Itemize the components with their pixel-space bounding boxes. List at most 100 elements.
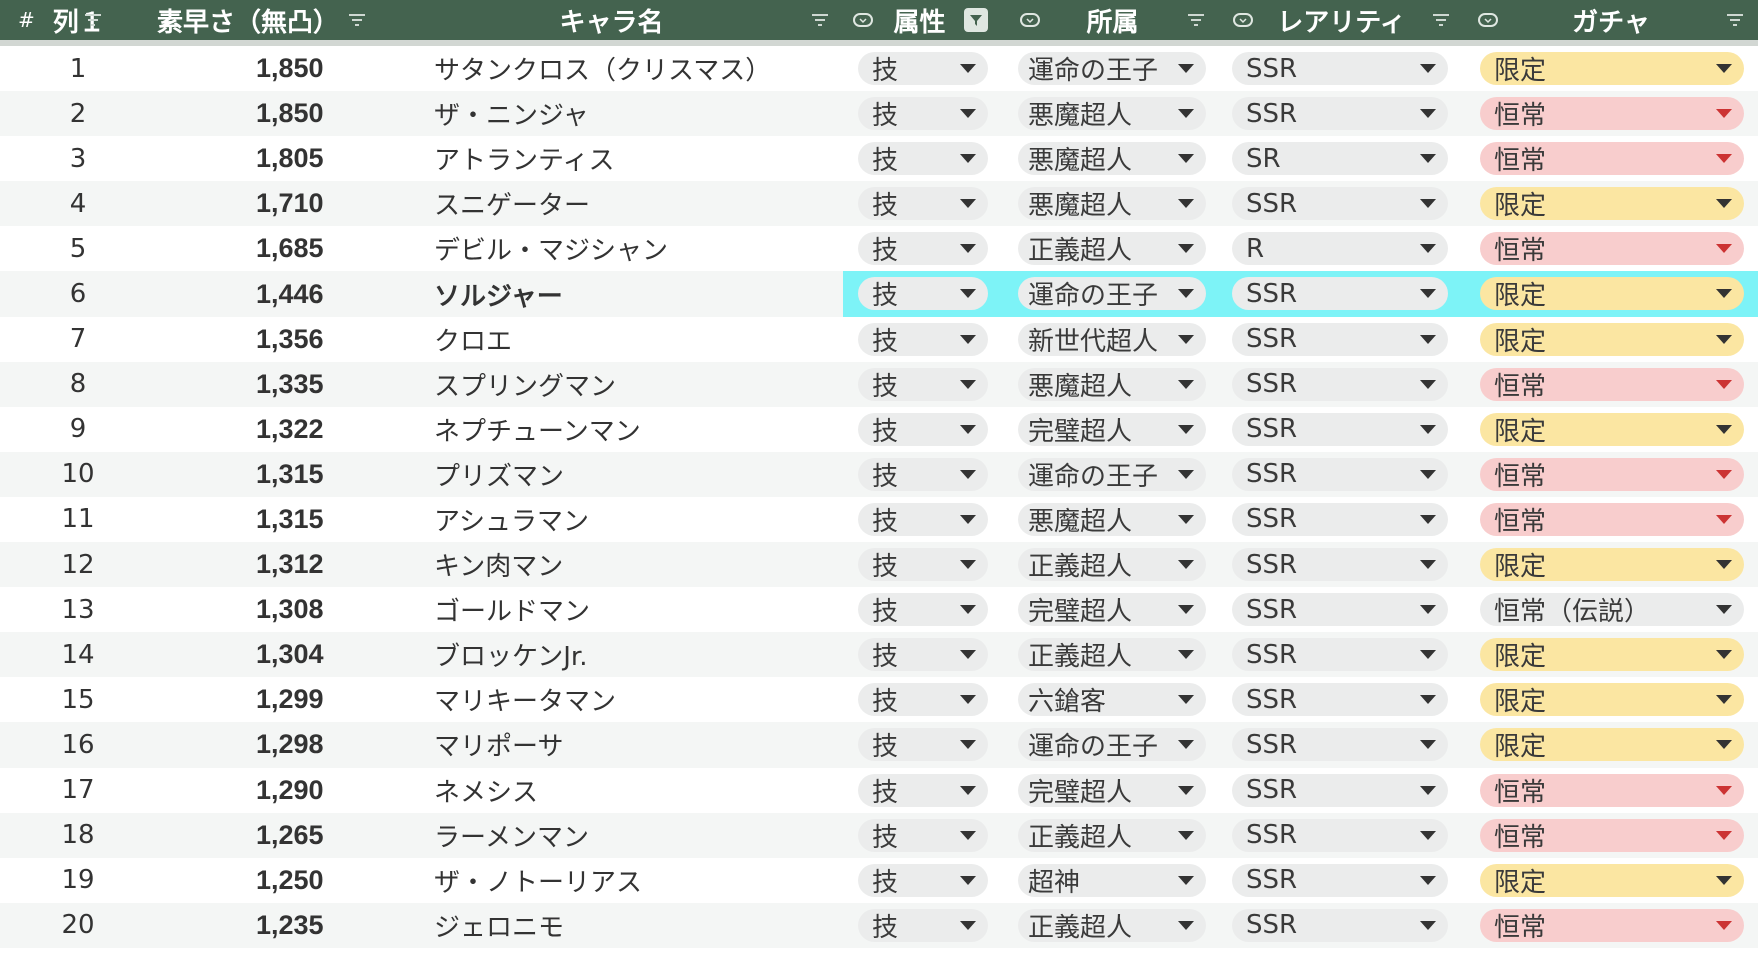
affiliation-dropdown[interactable]: 正義超人 xyxy=(1018,818,1206,853)
rarity-dropdown[interactable]: SSR xyxy=(1232,863,1448,897)
speed-cell[interactable]: 1,298 xyxy=(156,722,380,767)
gacha-dropdown[interactable]: 限定 xyxy=(1480,728,1744,762)
rarity-dropdown[interactable]: SSR xyxy=(1232,322,1448,356)
speed-cell[interactable]: 1,322 xyxy=(156,407,380,452)
gacha-dropdown[interactable]: 限定 xyxy=(1480,187,1744,221)
gacha-dropdown[interactable]: 限定 xyxy=(1480,277,1744,311)
speed-cell[interactable]: 1,315 xyxy=(156,452,380,497)
rarity-dropdown[interactable]: SSR xyxy=(1232,277,1448,311)
table-row[interactable]: 20 1,235 ジェロニモ 技 正義超人 SSR 恒常 xyxy=(0,902,1758,948)
attribute-dropdown[interactable]: 技 xyxy=(858,142,988,176)
gacha-dropdown[interactable]: 恒常 xyxy=(1480,142,1744,176)
affiliation-dropdown[interactable]: 超神 xyxy=(1018,863,1206,898)
affiliation-dropdown[interactable]: 完璧超人 xyxy=(1018,412,1206,447)
rarity-dropdown[interactable]: SSR xyxy=(1232,502,1448,536)
gacha-dropdown[interactable]: 恒常 xyxy=(1480,908,1744,943)
rank-cell[interactable]: 18 xyxy=(0,813,156,858)
attribute-dropdown[interactable]: 技 xyxy=(858,728,988,762)
rank-cell[interactable]: 17 xyxy=(0,768,156,813)
attribute-dropdown[interactable]: 技 xyxy=(858,638,988,672)
affiliation-dropdown[interactable]: 完璧超人 xyxy=(1018,773,1206,808)
rarity-dropdown[interactable]: SR xyxy=(1232,142,1448,176)
speed-cell[interactable]: 1,356 xyxy=(156,317,380,362)
character-name-cell[interactable]: ブロッケンJr. xyxy=(380,632,843,677)
gacha-dropdown[interactable]: 恒常 xyxy=(1480,457,1744,492)
character-name-cell[interactable]: スプリングマン xyxy=(380,362,843,407)
rarity-dropdown[interactable]: SSR xyxy=(1232,367,1448,401)
header-gacha-column[interactable]: ガチャ xyxy=(1464,0,1758,40)
rank-cell[interactable]: 1 xyxy=(0,46,156,91)
rank-cell[interactable]: 7 xyxy=(0,317,156,362)
table-row[interactable]: 6 1,446 ソルジャー 技 運命の王子 SSR 限定 xyxy=(0,271,1758,317)
sort-filter-icon[interactable] xyxy=(1432,13,1450,27)
speed-cell[interactable]: 1,308 xyxy=(156,587,380,632)
rarity-dropdown[interactable]: SSR xyxy=(1232,683,1448,717)
rank-cell[interactable]: 10 xyxy=(0,452,156,497)
rank-cell[interactable]: 16 xyxy=(0,722,156,767)
speed-cell[interactable]: 1,299 xyxy=(156,677,380,722)
table-row[interactable]: 9 1,322 ネプチューンマン 技 完璧超人 SSR 限定 xyxy=(0,407,1758,452)
character-name-cell[interactable]: マリキータマン xyxy=(380,677,843,722)
attribute-dropdown[interactable]: 技 xyxy=(858,773,988,808)
character-name-cell[interactable]: マリポーサ xyxy=(380,722,843,767)
attribute-dropdown[interactable]: 技 xyxy=(858,367,988,402)
speed-cell[interactable]: 1,235 xyxy=(156,903,380,948)
attribute-dropdown[interactable]: 技 xyxy=(858,502,988,537)
rank-cell[interactable]: 2 xyxy=(0,91,156,136)
rarity-dropdown[interactable]: SSR xyxy=(1232,412,1448,446)
rank-cell[interactable]: 19 xyxy=(0,858,156,903)
affiliation-dropdown[interactable]: 悪魔超人 xyxy=(1018,142,1206,176)
character-name-cell[interactable]: プリズマン xyxy=(380,452,843,497)
speed-cell[interactable]: 1,850 xyxy=(156,91,380,136)
rarity-dropdown[interactable]: SSR xyxy=(1232,97,1448,131)
sort-filter-icon[interactable] xyxy=(1726,13,1744,27)
table-row[interactable]: 5 1,685 デビル・マジシャン 技 正義超人 R 恒常 xyxy=(0,226,1758,271)
attribute-dropdown[interactable]: 技 xyxy=(858,593,988,627)
table-row[interactable]: 18 1,265 ラーメンマン 技 正義超人 SSR 恒常 xyxy=(0,812,1758,858)
affiliation-dropdown[interactable]: 運命の王子 xyxy=(1018,52,1206,86)
sort-filter-icon[interactable] xyxy=(1187,13,1205,27)
table-row[interactable]: 2 1,850 ザ・ニンジャ 技 悪魔超人 SSR 恒常 xyxy=(0,91,1758,137)
gacha-dropdown[interactable]: 限定 xyxy=(1480,52,1744,86)
character-name-cell[interactable]: ソルジャー xyxy=(380,271,843,316)
rarity-dropdown[interactable]: SSR xyxy=(1232,728,1448,762)
table-row[interactable]: 12 1,312 キン肉マン 技 正義超人 SSR 限定 xyxy=(0,542,1758,588)
rank-cell[interactable]: 12 xyxy=(0,542,156,587)
character-name-cell[interactable]: ラーメンマン xyxy=(380,813,843,858)
header-affiliation-column[interactable]: 所属 xyxy=(1006,0,1219,40)
table-row[interactable]: 4 1,710 スニゲーター 技 悪魔超人 SSR 限定 xyxy=(0,181,1758,227)
table-row[interactable]: 15 1,299 マリキータマン 技 六鎗客 SSR 限定 xyxy=(0,677,1758,722)
sort-filter-icon[interactable] xyxy=(84,13,102,27)
speed-cell[interactable]: 1,685 xyxy=(156,226,380,271)
affiliation-dropdown[interactable]: 運命の王子 xyxy=(1018,457,1206,492)
gacha-dropdown[interactable]: 恒常（伝説） xyxy=(1480,593,1744,627)
rarity-dropdown[interactable]: SSR xyxy=(1232,457,1448,491)
character-name-cell[interactable]: クロエ xyxy=(380,317,843,362)
speed-cell[interactable]: 1,335 xyxy=(156,362,380,407)
rank-cell[interactable]: 6 xyxy=(0,271,156,316)
rank-cell[interactable]: 8 xyxy=(0,362,156,407)
gacha-dropdown[interactable]: 恒常 xyxy=(1480,773,1744,808)
character-name-cell[interactable]: スニゲーター xyxy=(380,181,843,226)
rank-cell[interactable]: 9 xyxy=(0,407,156,452)
rarity-dropdown[interactable]: SSR xyxy=(1232,593,1448,627)
rank-cell[interactable]: 20 xyxy=(0,903,156,948)
header-attr-column[interactable]: 属性 xyxy=(843,0,1006,40)
attribute-dropdown[interactable]: 技 xyxy=(858,908,988,943)
table-row[interactable]: 11 1,315 アシュラマン 技 悪魔超人 SSR 恒常 xyxy=(0,497,1758,542)
table-row[interactable]: 14 1,304 ブロッケンJr. 技 正義超人 SSR 限定 xyxy=(0,632,1758,678)
character-name-cell[interactable]: ゴールドマン xyxy=(380,587,843,632)
affiliation-dropdown[interactable]: 悪魔超人 xyxy=(1018,187,1206,221)
gacha-dropdown[interactable]: 恒常 xyxy=(1480,97,1744,131)
rarity-dropdown[interactable]: SSR xyxy=(1232,548,1448,582)
character-name-cell[interactable]: ジェロニモ xyxy=(380,903,843,948)
speed-cell[interactable]: 1,312 xyxy=(156,542,380,587)
speed-cell[interactable]: 1,850 xyxy=(156,46,380,91)
rarity-dropdown[interactable]: SSR xyxy=(1232,187,1448,221)
speed-cell[interactable]: 1,315 xyxy=(156,497,380,542)
rank-cell[interactable]: 3 xyxy=(0,136,156,181)
gacha-dropdown[interactable]: 恒常 xyxy=(1480,367,1744,402)
affiliation-dropdown[interactable]: 正義超人 xyxy=(1018,908,1206,943)
gacha-dropdown[interactable]: 限定 xyxy=(1480,322,1744,357)
rarity-dropdown[interactable]: SSR xyxy=(1232,818,1448,852)
